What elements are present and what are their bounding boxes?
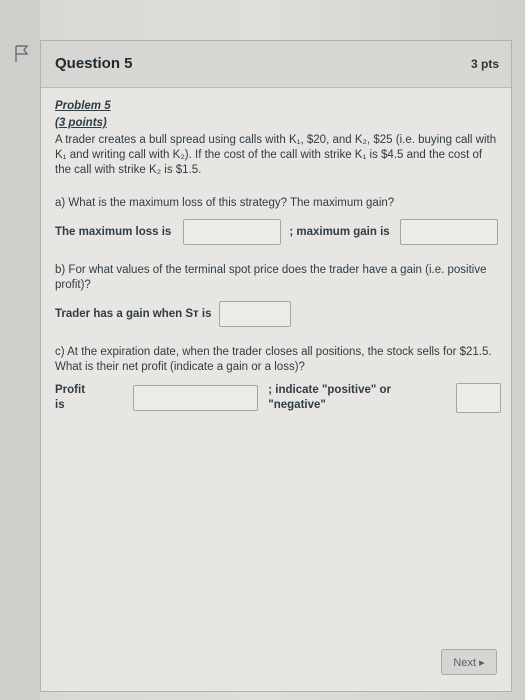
indicate-label: ; indicate "positive" or "negative"	[268, 384, 392, 411]
next-button[interactable]: Next ▸	[441, 649, 497, 675]
max-loss-label: The maximum loss is	[55, 225, 172, 238]
max-loss-input[interactable]	[183, 219, 282, 245]
question-body: Problem 5 (3 points) A trader creates a …	[55, 99, 502, 413]
question-intro: A trader creates a bull spread using cal…	[55, 134, 497, 176]
sign-input[interactable]	[455, 383, 502, 413]
max-gain-label: ; maximum gain is	[289, 225, 390, 238]
part-a-text: a) What is the maximum loss of this stra…	[55, 197, 395, 209]
problem-label: Problem 5	[55, 100, 111, 112]
part-b-text: b) For what values of the terminal spot …	[55, 264, 487, 291]
question-card: Question 5 3 pts Problem 5 (3 points) A …	[40, 40, 512, 692]
points-label: (3 points)	[55, 117, 107, 129]
part-c-text: c) At the expiration date, when the trad…	[55, 346, 492, 373]
page: Question 5 3 pts Problem 5 (3 points) A …	[0, 0, 525, 700]
profit-input[interactable]	[132, 385, 259, 411]
question-header: Question 5 3 pts	[41, 41, 511, 88]
gain-when-input[interactable]	[219, 301, 292, 327]
part-b-answer-row: Trader has a gain when Sᴛ is	[55, 301, 501, 327]
part-a-answer-row: The maximum loss is ; maximum gain is	[55, 219, 501, 245]
question-title: Question 5	[55, 55, 133, 72]
question-flag-column	[0, 0, 40, 700]
gain-when-label: Trader has a gain when Sᴛ is	[55, 307, 212, 320]
max-gain-input[interactable]	[399, 219, 498, 245]
flag-icon[interactable]	[14, 44, 30, 64]
part-c-answer-row: Profit is ; indicate "positive" or "nega…	[55, 383, 502, 413]
question-points: 3 pts	[470, 57, 499, 71]
profit-label: Profit is	[55, 384, 86, 411]
